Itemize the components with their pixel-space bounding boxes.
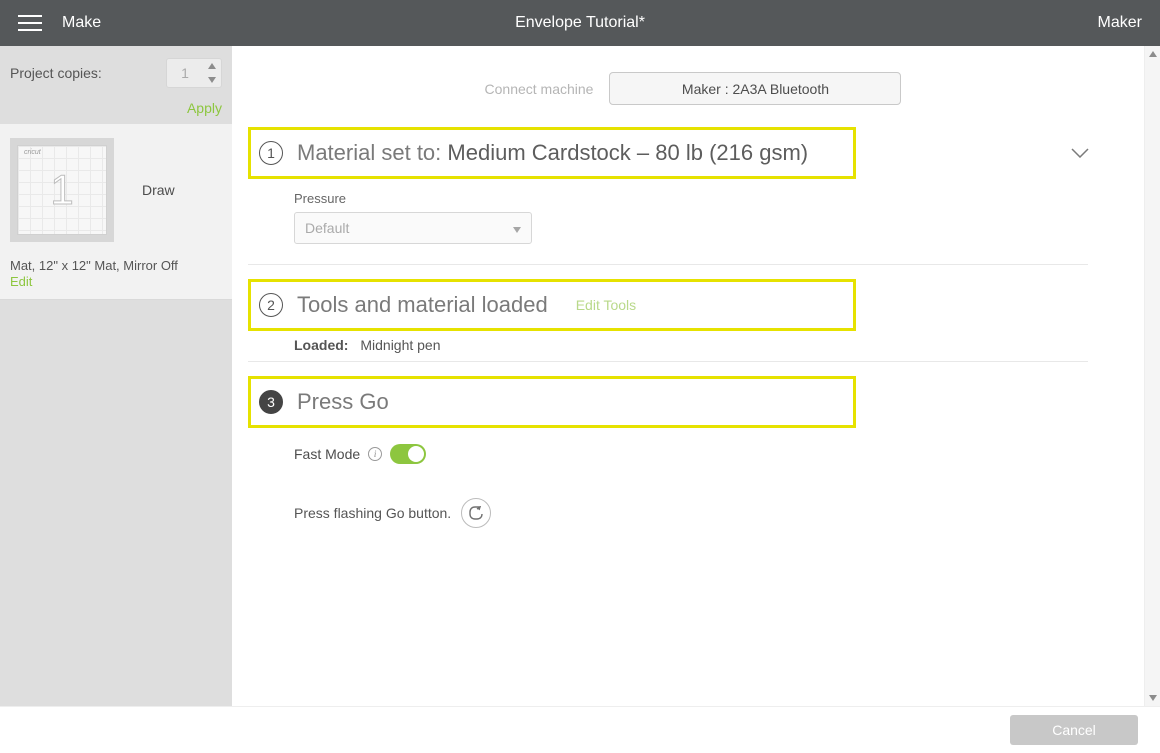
scroll-down-icon[interactable] [1145,690,1160,706]
step-1-title: Material set to: Medium Cardstock – 80 l… [297,140,808,166]
footer: Cancel [0,706,1160,753]
loaded-label: Loaded: [294,337,348,353]
mat-section: cricut 1 Draw Mat, 12" x 12" Mat, Mirror… [0,124,232,300]
copies-up-icon[interactable] [203,59,221,73]
step-tools: 2 Tools and material loaded Edit Tools L… [248,279,1128,362]
make-label: Make [62,14,101,32]
loaded-value: Midnight pen [360,337,440,353]
fastmode-toggle[interactable] [390,444,426,464]
sidebar: Project copies: Apply cricut 1 [0,46,232,706]
step-material: 1 Material set to: Medium Cardstock – 80… [248,127,1128,265]
cancel-button[interactable]: Cancel [1010,715,1138,745]
mat-preview[interactable]: cricut 1 [10,138,114,242]
pressure-label: Pressure [294,191,1128,206]
copies-down-icon[interactable] [203,73,221,87]
step-2-header[interactable]: 2 Tools and material loaded Edit Tools [248,279,856,331]
step-3-header[interactable]: 3 Press Go [248,376,856,428]
copies-label: Project copies: [10,65,166,81]
machine-row: Connect machine Maker : 2A3A Bluetooth [248,54,1138,127]
sidebar-fill [0,300,232,706]
step-2-title: Tools and material loaded [297,292,548,318]
main-panel: Connect machine Maker : 2A3A Bluetooth 1… [232,46,1160,706]
step-1-number: 1 [259,141,283,165]
device-label: Maker [1098,14,1142,32]
press-go-text: Press flashing Go button. [294,505,451,521]
step-go: 3 Press Go Fast Mode i Press flashing Go… [248,376,1128,528]
step-3-number: 3 [259,390,283,414]
step-3-title: Press Go [297,389,389,415]
info-icon[interactable]: i [368,447,382,461]
divider-2 [248,361,1088,362]
pressure-value: Default [305,220,349,236]
mat-edit-link[interactable]: Edit [10,274,32,289]
apply-link[interactable]: Apply [187,100,222,116]
machine-selected: Maker : 2A3A Bluetooth [682,81,829,97]
project-title: Envelope Tutorial* [515,14,645,32]
scroll-up-icon[interactable] [1145,46,1160,62]
pressure-select[interactable]: Default [294,212,532,244]
mat-meta: Mat, 12" x 12" Mat, Mirror Off [10,242,222,273]
fastmode-label: Fast Mode [294,446,360,462]
mat-number: 1 [50,166,73,214]
step-1-header[interactable]: 1 Material set to: Medium Cardstock – 80… [248,127,856,179]
copies-input[interactable] [167,59,203,87]
app-header: Make Envelope Tutorial* Maker [0,0,1160,46]
edit-tools-link[interactable]: Edit Tools [576,297,636,313]
machine-select[interactable]: Maker : 2A3A Bluetooth [609,72,901,105]
menu-icon[interactable] [18,11,42,35]
connect-label: Connect machine [485,81,594,97]
go-button-icon [461,498,491,528]
copies-stepper[interactable] [166,58,222,88]
caret-down-icon [513,220,521,236]
step-2-number: 2 [259,293,283,317]
scrollbar[interactable] [1144,46,1160,706]
mat-operation: Draw [142,182,175,198]
copies-panel: Project copies: Apply [0,46,232,124]
chevron-down-icon[interactable] [1071,145,1089,161]
divider [248,264,1088,265]
